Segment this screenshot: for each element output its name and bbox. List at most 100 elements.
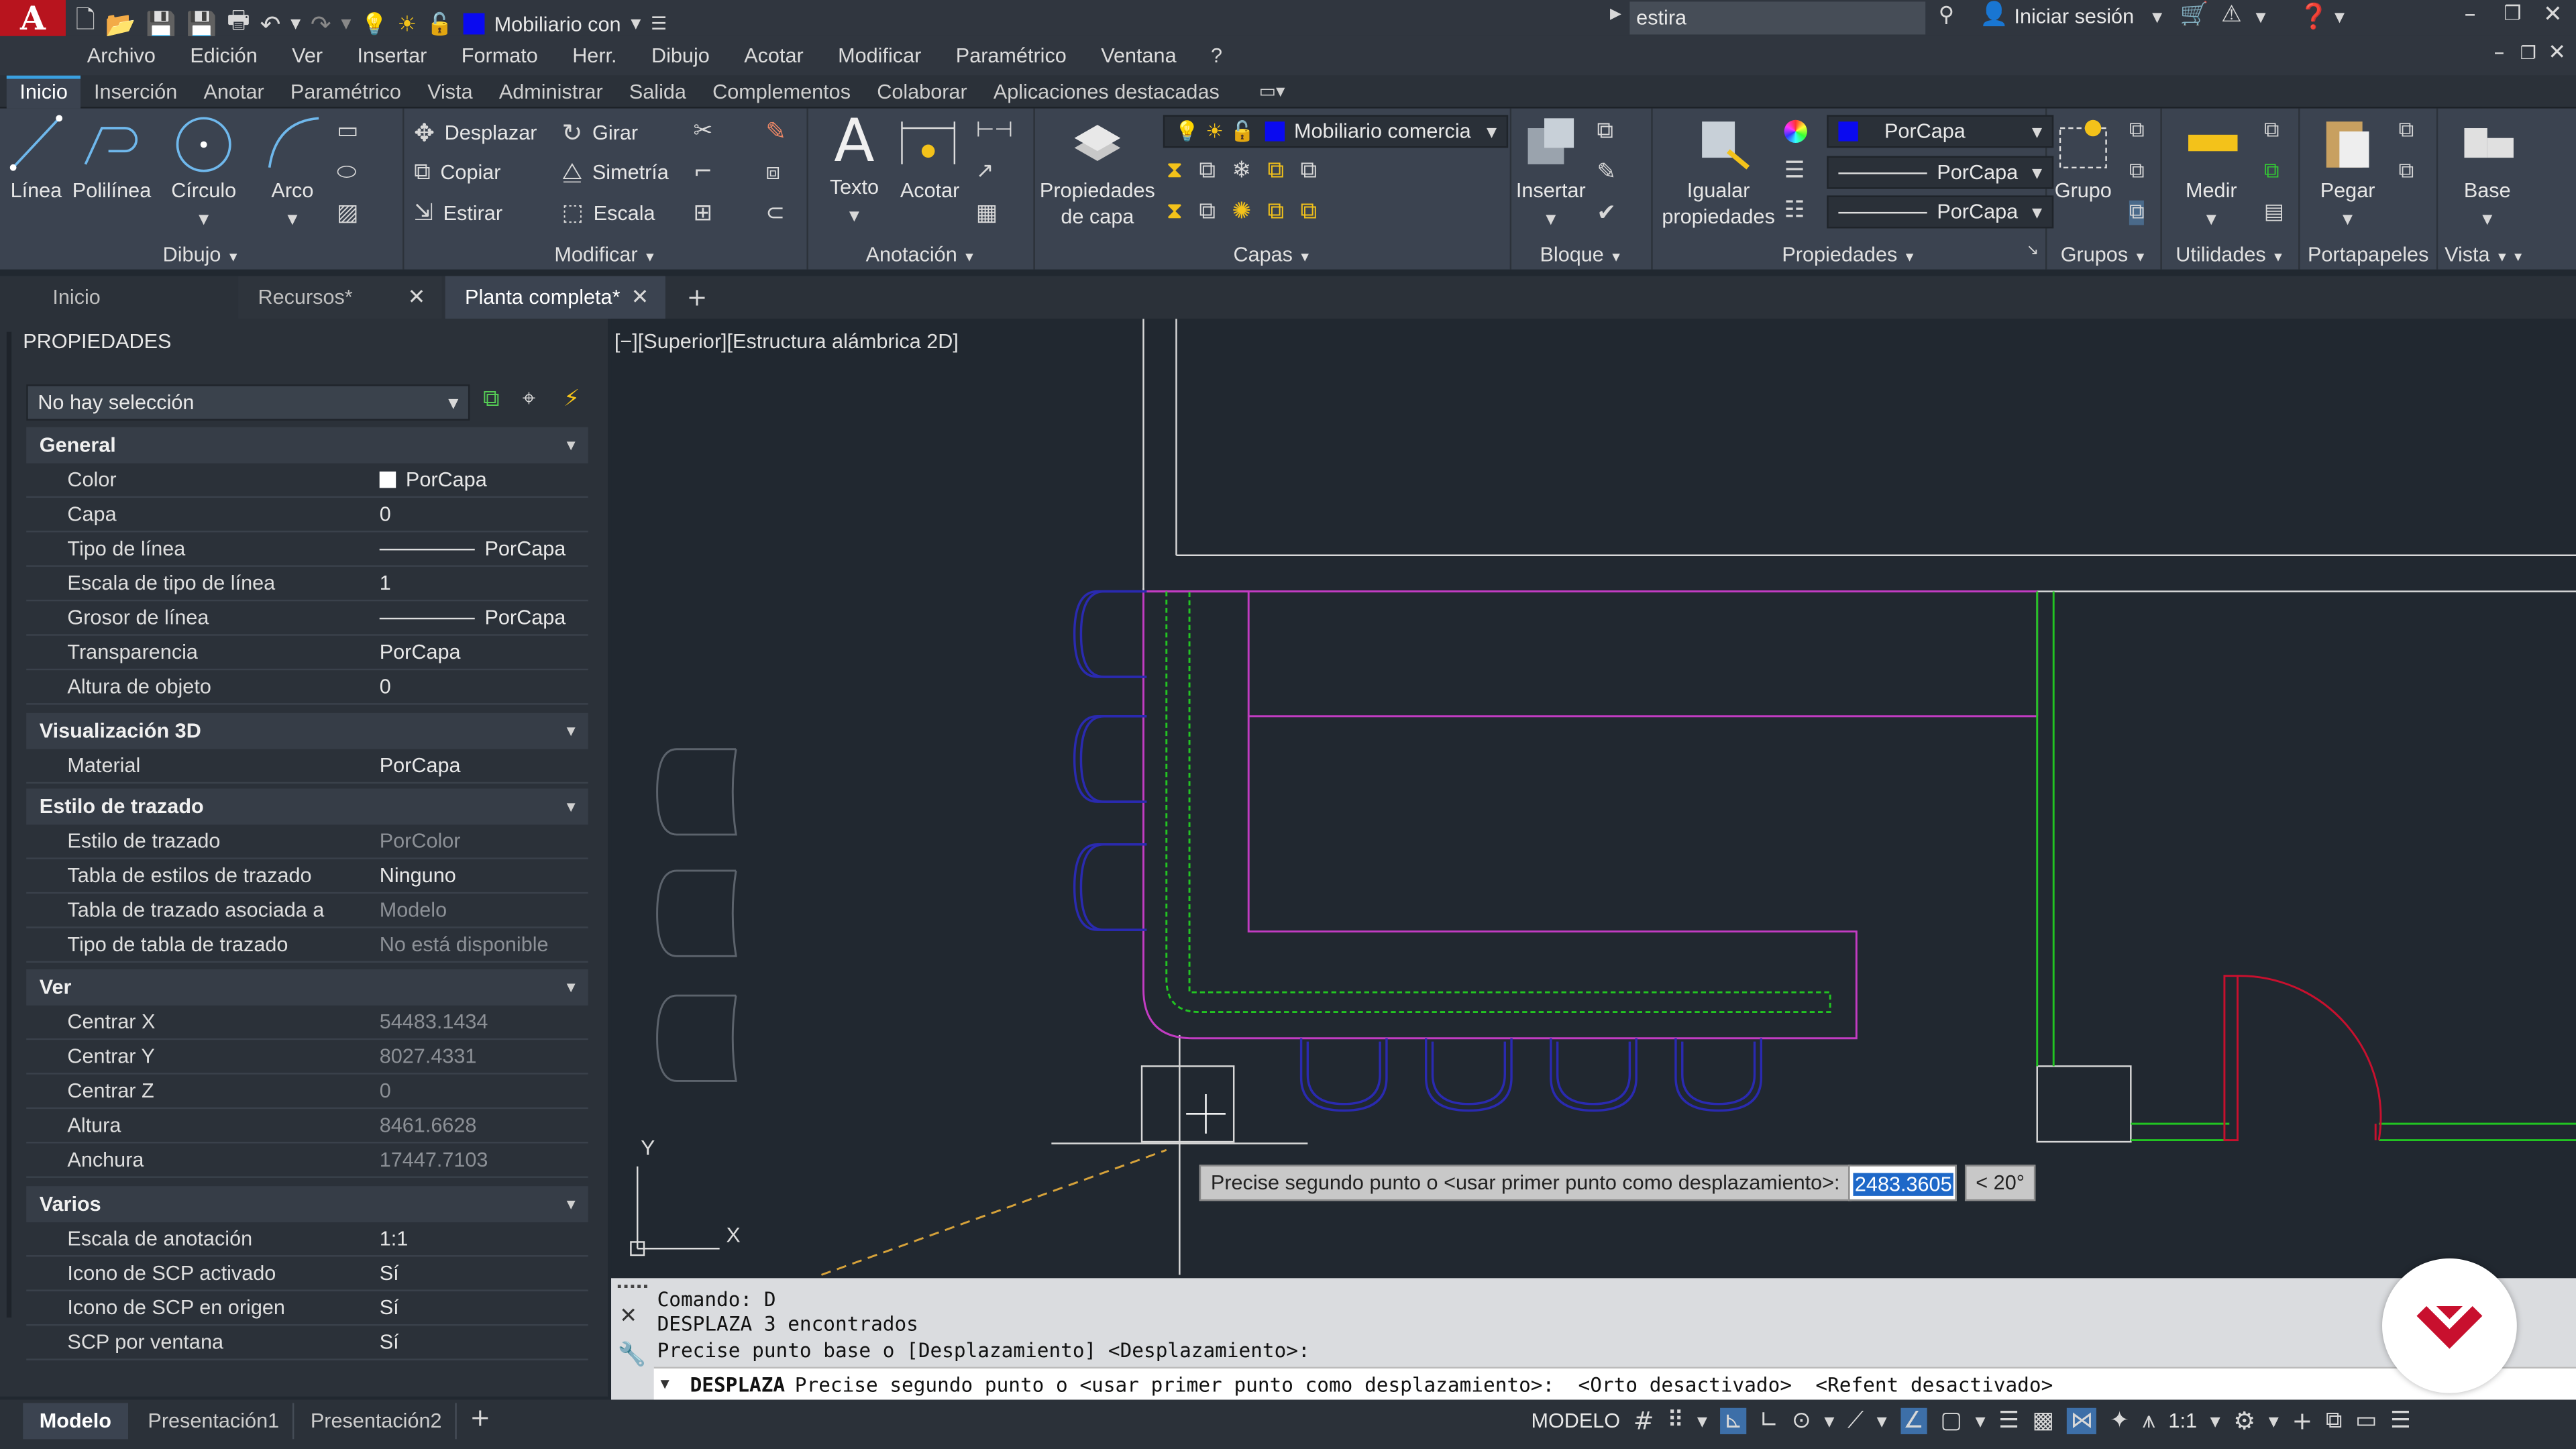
doc-restore-icon[interactable]: ❐ [2520,43,2536,64]
panel-modificar-title[interactable]: Modificar ▼ [404,243,806,266]
layout-tab-modelo[interactable]: Modelo [23,1403,128,1440]
units-icon[interactable]: ⧉ [2326,1408,2342,1434]
insertar-button[interactable]: Insertar ▼ [1511,177,1591,233]
erase-icon[interactable]: ✎ [765,117,786,146]
menu-help[interactable]: ? [1211,44,1222,67]
color-dropdown[interactable]: PorCapa ▼ [1827,115,2054,148]
tab-anotar[interactable]: Anotar [191,74,277,107]
help-icon[interactable]: ❓ [2298,1,2329,31]
edit-block-icon[interactable]: ✎ [1597,160,1616,186]
texto-button[interactable]: A Texto ▼ [818,111,891,230]
distance-input[interactable]: 2483.3605 [1848,1165,1957,1201]
app-menu-button[interactable]: A [0,0,66,38]
prop-row[interactable]: Tipo de línea PorCapa [26,532,588,567]
prop-row[interactable]: Capa 0 [26,498,588,533]
tab-salida[interactable]: Salida [616,74,699,107]
object-snap-icon[interactable]: ▢ [1940,1408,1962,1434]
section-varios[interactable]: Varios ▼ [26,1186,588,1223]
infer-constraints-icon[interactable]: ⊾ [1720,1407,1747,1434]
close-command-icon[interactable]: ✕ [619,1303,637,1329]
prop-row[interactable]: Tabla de trazado asociada a Modelo [26,894,588,928]
dynamic-input-icon[interactable]: ∟ [1760,1408,1779,1434]
desplazar-button[interactable]: ✥ Desplazar [414,118,537,148]
transparency-icon[interactable]: ▩ [2032,1408,2053,1434]
circulo-button[interactable]: Círculo ▼ [161,177,246,233]
prop-row[interactable]: Color PorCapa [26,464,588,498]
user-icon[interactable]: 👤 [1980,1,2008,28]
trim-icon[interactable]: ✂ [693,118,712,144]
explode-icon[interactable]: ⧈ [765,160,780,186]
prop-row[interactable]: Escala de anotación 1:1 [26,1222,588,1257]
rectangle-icon[interactable]: ▭ [337,118,358,144]
binoculars-icon[interactable]: ⚲ [1939,3,1954,28]
prop-row[interactable]: Centrar X 54483.1434 [26,1006,588,1040]
customize-qat-icon[interactable]: ☰ [651,13,667,35]
command-input[interactable]: ▼ DESPLAZA Precise segundo punto o <usar… [653,1366,2576,1400]
workspace-gear-icon[interactable]: ⚙ [2233,1406,2255,1436]
close-tab-icon[interactable]: ✕ [408,285,426,310]
file-tab-recursos[interactable]: Recursos* ✕ [238,276,442,319]
ribbon-display-toggle-icon[interactable]: ▭▾ [1232,74,1298,107]
properties-launcher-icon[interactable]: ↘ [2027,243,2039,259]
hatch-icon[interactable]: ▨ [337,201,358,227]
cart-icon[interactable]: 🛒 [2180,1,2209,28]
menu-modificar[interactable]: Modificar [838,44,921,67]
toggle-pickadd-icon[interactable]: ⧉ [483,386,499,413]
menu-edicion[interactable]: Edición [190,44,257,67]
layer-dropdown-icon[interactable]: ▼ [631,16,641,31]
layer-on-icon[interactable]: 💡 [361,11,388,37]
panel-dibujo-title[interactable]: Dibujo ▼ [0,243,402,266]
section-vis3d[interactable]: Visualización 3D ▼ [26,712,588,749]
prop-row[interactable]: Anchura 17447.7103 [26,1143,588,1178]
palette-grip[interactable] [6,331,12,1318]
restore-window-icon[interactable]: ❐ [2504,1,2521,24]
arco-button[interactable]: Arco ▼ [256,177,329,233]
cut-clip-icon[interactable]: ⧉ [2399,118,2414,143]
linetype-dropdown[interactable]: PorCapa ▼ [1827,195,2054,229]
tab-colaborar[interactable]: Colaborar [864,74,981,107]
panel-bloque-title[interactable]: Bloque ▼ [1511,243,1651,266]
tab-vista[interactable]: Vista [415,74,486,107]
menu-dibujo[interactable]: Dibujo [651,44,710,67]
arco-dropdown-icon[interactable]: ▼ [287,212,297,227]
a360-dropdown-icon[interactable]: ▼ [2255,10,2265,25]
section-estilo[interactable]: Estilo de trazado ▼ [26,788,588,825]
add-layout-icon[interactable]: + [470,1403,490,1432]
igualar-propiedades-button[interactable]: Igualar propiedades [1653,177,1784,229]
prop-row[interactable]: Centrar Z 0 [26,1075,588,1110]
command-grip[interactable] [617,1285,647,1298]
panel-portapapeles-title[interactable]: Portapapeles [2300,243,2436,266]
group-select-icon[interactable]: ⧉ [2129,200,2145,225]
tab-insercion[interactable]: Inserción [80,74,190,107]
array-icon[interactable]: ⊞ [693,201,712,227]
close-window-icon[interactable]: ✕ [2543,1,2563,28]
undo-icon[interactable]: ↶ [260,9,281,38]
selection-dropdown[interactable]: No hay selección ▼ [26,384,470,421]
ortho-icon[interactable]: ⊙ [1792,1408,1811,1434]
panel-propiedades-title[interactable]: Propiedades ▼ ↘ [1653,243,2045,266]
autodesk-a360-icon[interactable]: ⚠ [2221,1,2242,28]
base-button[interactable]: Base ▼ [2448,177,2527,233]
layout-tab-presentacion1[interactable]: Presentación1 [135,1403,294,1440]
circulo-dropdown-icon[interactable]: ▼ [199,212,209,227]
section-general[interactable]: General ▼ [26,427,588,464]
leader-icon[interactable]: ↗ [976,160,994,184]
object-snap-dropdown-icon[interactable]: ▼ [1975,1413,1985,1428]
customize-command-icon[interactable]: 🔧 [618,1340,647,1368]
clean-screen-icon[interactable]: ▭ [2355,1408,2377,1434]
select-all-icon[interactable]: ⧉ [2264,160,2279,184]
linear-dim-icon[interactable]: ⊢⊣ [976,118,1013,143]
prop-row[interactable]: Altura 8461.6628 [26,1109,588,1144]
menu-herr[interactable]: Herr. [572,44,616,67]
layer-isolate-icon[interactable]: ⧉ [1199,158,1215,184]
menu-ventana[interactable]: Ventana [1101,44,1176,67]
annotation-scale[interactable]: 1:1 [2168,1409,2197,1432]
quick-select-props-icon[interactable]: ⚡ [564,386,580,413]
angle-input[interactable]: < 20° [1964,1165,2036,1201]
minimize-window-icon[interactable]: – [2464,1,2475,28]
layer-lock-icon[interactable]: 🔓 [427,11,453,37]
polar-dropdown-icon[interactable]: ▼ [1824,1413,1834,1428]
layer-dropdown[interactable]: 💡 ☀ 🔓 Mobiliario comercia ▼ [1163,115,1509,148]
tab-complementos[interactable]: Complementos [700,74,864,107]
signin-button[interactable]: Iniciar sesión [2014,5,2134,28]
